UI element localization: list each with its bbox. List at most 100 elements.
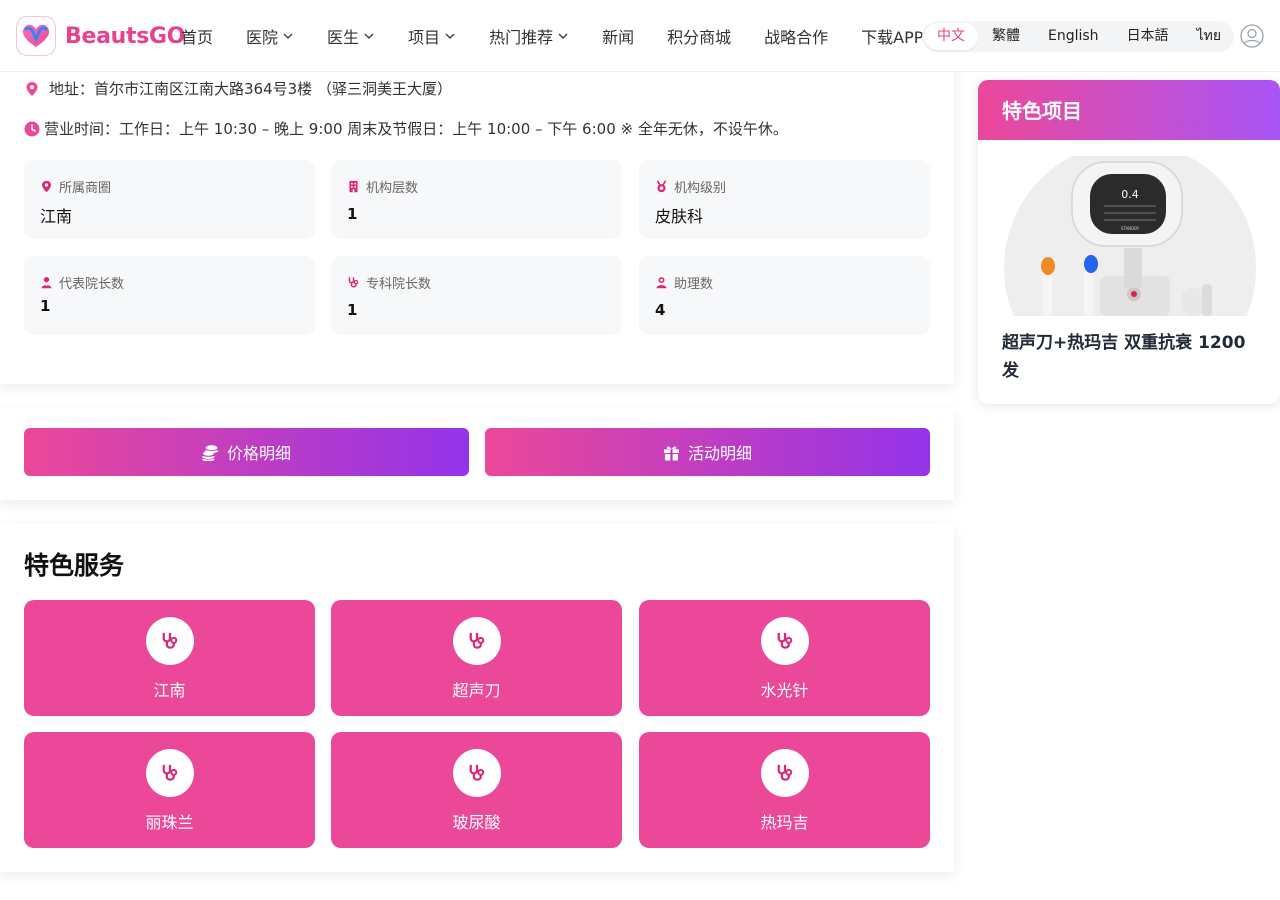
nav-label: 新闻 xyxy=(602,28,635,47)
coins-icon xyxy=(202,444,219,461)
chevron-down-icon xyxy=(445,33,455,40)
clock-icon xyxy=(24,121,40,136)
lang-option-th[interactable]: ไทย xyxy=(1183,23,1235,50)
language-switcher: 中文 繁體 English 日本語 ไทย xyxy=(922,21,1234,52)
stat-floors: 机构层数 1 xyxy=(331,160,622,239)
stat-level: 机构级别 皮肤科 xyxy=(639,160,930,239)
services-title: 特色服务 xyxy=(24,551,125,580)
map-pin-icon xyxy=(26,81,38,96)
medal-icon xyxy=(656,180,667,193)
stethoscope-icon xyxy=(761,617,809,665)
nav-item-hospitals[interactable]: 医院 xyxy=(246,24,294,48)
stat-label: 机构级别 xyxy=(674,181,727,196)
chevron-down-icon xyxy=(364,33,374,40)
service-tile[interactable]: 水光针 xyxy=(639,600,930,716)
stethoscope-icon xyxy=(453,617,501,665)
nav-label: 医院 xyxy=(246,28,279,47)
detail-buttons-card: 价格明细 活动明细 xyxy=(0,408,954,500)
nav-label: 医生 xyxy=(327,28,360,47)
stethoscope-icon xyxy=(348,277,359,288)
hours-text: 营业时间：工作日：上午 10:30 – 晚上 9:00 周末及节假日：上午 10… xyxy=(44,120,788,138)
device-image[interactable]: 0.4 STANDBY xyxy=(1004,156,1257,316)
activity-details-button[interactable]: 活动明细 xyxy=(485,428,930,476)
price-details-label: 价格明细 xyxy=(226,444,291,463)
nav-label: 首页 xyxy=(181,28,214,47)
service-tile[interactable]: 玻尿酸 xyxy=(331,732,622,848)
stethoscope-icon xyxy=(761,749,809,797)
stat-value: 1 xyxy=(347,205,358,223)
stat-label-row: 助理数 xyxy=(655,273,713,292)
featured-services-card: 特色服务 江南 超声刀 水光针 丽珠兰 玻尿酸 热玛吉 xyxy=(0,524,954,872)
nav-item-hot[interactable]: 热门推荐 xyxy=(489,24,569,48)
stat-label: 机构层数 xyxy=(366,181,419,196)
doctor-icon xyxy=(41,276,52,289)
nav-item-points-mall[interactable]: 积分商城 xyxy=(667,24,731,48)
stat-value: 1 xyxy=(40,297,51,315)
user-account-icon[interactable] xyxy=(1240,24,1264,48)
activity-details-label: 活动明细 xyxy=(687,444,752,463)
lang-option-zh-tw[interactable]: 繁體 xyxy=(978,23,1034,50)
nav-item-home[interactable]: 首页 xyxy=(181,24,213,48)
price-details-button[interactable]: 价格明细 xyxy=(24,428,469,476)
logo-heart-icon xyxy=(16,16,56,56)
service-tile[interactable]: 超声刀 xyxy=(331,600,622,716)
nav-label: 下载APP xyxy=(861,28,924,47)
gift-icon xyxy=(664,445,679,460)
nav-label: 战略合作 xyxy=(764,28,829,47)
brand-logo[interactable]: BeautsGO xyxy=(16,16,185,56)
stat-value: 江南 xyxy=(40,207,73,226)
stat-label-row: 所属商圈 xyxy=(40,177,111,196)
stat-label: 所属商圈 xyxy=(59,181,112,196)
stat-assistants: 助理数 4 xyxy=(639,256,930,335)
stethoscope-icon xyxy=(146,617,194,665)
hours-line: 营业时间：工作日：上午 10:30 – 晚上 9:00 周末及节假日：上午 10… xyxy=(24,118,788,139)
service-label: 玻尿酸 xyxy=(452,813,501,832)
stat-value: 皮肤科 xyxy=(655,207,704,226)
device-display-value: 0.4 xyxy=(1121,188,1139,201)
stat-value: 4 xyxy=(655,301,666,319)
chevron-down-icon xyxy=(283,33,293,40)
lang-option-en[interactable]: English xyxy=(1034,23,1113,50)
stethoscope-icon xyxy=(146,749,194,797)
stat-value: 1 xyxy=(347,301,358,319)
building-icon xyxy=(349,180,358,193)
lang-option-ja[interactable]: 日本語 xyxy=(1113,23,1183,50)
address-text: 地址：首尔市江南区江南大路364号3楼 （驿三洞美王大厦） xyxy=(49,80,452,98)
main-nav: 首页 医院 医生 项目 热门推荐 新闻 积分商城 战略合作 下载APP xyxy=(181,0,923,72)
nav-item-doctors[interactable]: 医生 xyxy=(327,24,375,48)
map-pin-icon xyxy=(42,180,51,193)
stat-label-row: 代表院长数 xyxy=(40,273,124,292)
nav-item-partnership[interactable]: 战略合作 xyxy=(764,24,828,48)
stat-representative-directors: 代表院长数 1 xyxy=(24,256,315,335)
assistant-icon xyxy=(656,277,667,289)
nav-label: 热门推荐 xyxy=(489,28,554,47)
nav-item-projects[interactable]: 项目 xyxy=(408,24,456,48)
device-brand-text: STANDBY xyxy=(1121,226,1140,231)
service-label: 热玛吉 xyxy=(760,813,809,832)
stat-label: 代表院长数 xyxy=(59,277,125,292)
stat-label: 专科院长数 xyxy=(366,277,432,292)
service-tile[interactable]: 丽珠兰 xyxy=(24,732,315,848)
service-tile[interactable]: 热玛吉 xyxy=(639,732,930,848)
stat-label: 助理数 xyxy=(674,277,714,292)
brand-name: BeautsGO xyxy=(65,23,186,49)
nav-item-download-app[interactable]: 下载APP xyxy=(861,24,923,48)
stethoscope-icon xyxy=(453,749,501,797)
stat-business-district: 所属商圈 江南 xyxy=(24,160,315,239)
address-line: 地址：首尔市江南区江南大路364号3楼 （驿三洞美王大厦） xyxy=(24,78,452,99)
stat-label-row: 专科院长数 xyxy=(347,273,431,292)
stat-label-row: 机构层数 xyxy=(347,177,418,196)
stat-specialist-directors: 专科院长数 1 xyxy=(331,256,622,335)
lang-option-zh[interactable]: 中文 xyxy=(924,23,978,50)
service-tile[interactable]: 江南 xyxy=(24,600,315,716)
featured-project-item-title[interactable]: 超声刀+热玛吉 双重抗衰 1200发 xyxy=(1002,329,1260,385)
chevron-down-icon xyxy=(558,33,568,40)
featured-project-card[interactable]: 特色项目 0.4 STANDBY 超声刀+热玛吉 双重抗衰 1200发 xyxy=(978,80,1280,404)
service-label: 超声刀 xyxy=(452,681,501,700)
hospital-info-card: 地址：首尔市江南区江南大路364号3楼 （驿三洞美王大厦） 营业时间：工作日：上… xyxy=(0,40,954,384)
featured-project-title: 特色项目 xyxy=(978,80,1280,140)
nav-item-news[interactable]: 新闻 xyxy=(602,24,634,48)
nav-label: 积分商城 xyxy=(667,28,732,47)
service-label: 江南 xyxy=(153,681,186,700)
service-label: 水光针 xyxy=(760,681,809,700)
